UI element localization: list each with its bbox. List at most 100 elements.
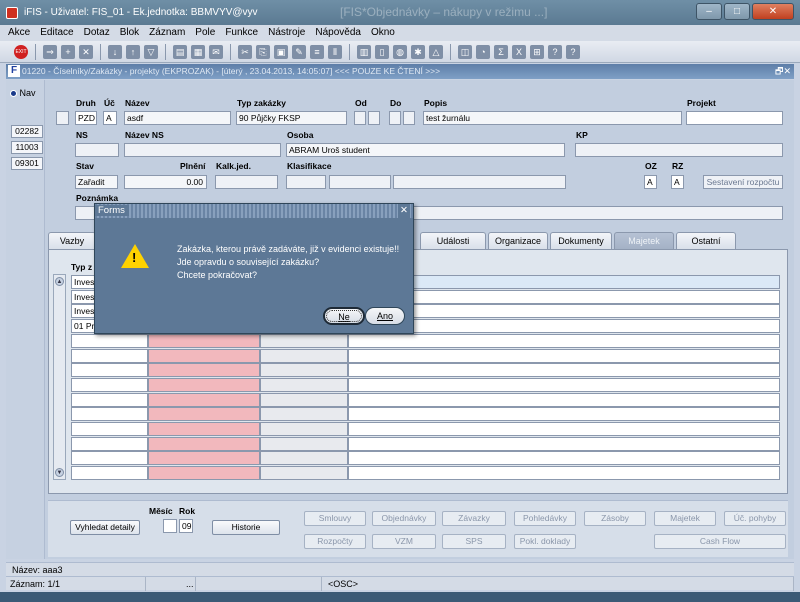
tab-majetek[interactable]: Majetek bbox=[614, 232, 674, 249]
cash-flow-button[interactable]: Cash Flow bbox=[654, 534, 786, 549]
mesic-field[interactable] bbox=[163, 519, 177, 533]
uc-pohyby-button[interactable]: Úč. pohyby bbox=[724, 511, 786, 526]
grid-cell[interactable] bbox=[148, 348, 260, 363]
grid-cell[interactable] bbox=[348, 348, 780, 363]
menu-dotaz[interactable]: Dotaz bbox=[84, 25, 110, 41]
grid-cell[interactable] bbox=[148, 422, 260, 436]
grid-cell[interactable] bbox=[348, 436, 780, 451]
excel-icon[interactable]: X bbox=[512, 44, 526, 59]
rok-field[interactable]: 09 bbox=[179, 519, 193, 533]
vzm-button[interactable]: VZM bbox=[372, 534, 436, 549]
grid-cell[interactable] bbox=[71, 407, 148, 422]
grid-cell[interactable] bbox=[348, 333, 780, 348]
maximize-button[interactable]: □ bbox=[724, 3, 750, 20]
grid-cell[interactable] bbox=[260, 392, 348, 407]
grid-cell[interactable] bbox=[260, 436, 348, 451]
tab-ostatni[interactable]: Ostatní bbox=[676, 232, 736, 249]
close-button[interactable]: ✕ bbox=[752, 3, 794, 20]
sps-button[interactable]: SPS bbox=[442, 534, 506, 549]
grid-cell[interactable] bbox=[148, 363, 260, 378]
mail-icon[interactable]: ✉ bbox=[209, 44, 223, 59]
tab-vazby[interactable]: Vazby bbox=[48, 232, 96, 249]
stav-field[interactable]: Zařadit bbox=[75, 175, 118, 189]
help-icon[interactable]: ? bbox=[548, 44, 562, 59]
grid-cell[interactable] bbox=[260, 363, 348, 378]
grid-cell[interactable] bbox=[348, 392, 780, 407]
typ-zakazky-field[interactable]: 90 Půjčky FKSP bbox=[236, 111, 347, 125]
paste-icon[interactable]: ▣ bbox=[274, 44, 288, 59]
do-field[interactable] bbox=[389, 111, 401, 125]
grid-cell[interactable] bbox=[260, 422, 348, 436]
rz-field[interactable]: A bbox=[671, 175, 684, 189]
pohledavky-button[interactable]: Pohledávky bbox=[514, 511, 576, 526]
document-icon[interactable]: ▯ bbox=[375, 44, 389, 59]
rozpocty-button[interactable]: Rozpočty bbox=[304, 534, 366, 549]
grid-cell[interactable] bbox=[348, 422, 780, 436]
oz-field[interactable]: A bbox=[644, 175, 657, 189]
scroll-up-icon[interactable]: ▲ bbox=[55, 277, 64, 286]
grid-cell[interactable] bbox=[71, 422, 148, 436]
grid-cell[interactable] bbox=[148, 333, 260, 348]
scale-icon[interactable]: △ bbox=[429, 44, 443, 59]
print-icon[interactable]: ▤ bbox=[173, 44, 187, 59]
yes-button[interactable]: Ano bbox=[365, 307, 405, 325]
uc-field[interactable]: A bbox=[103, 111, 117, 125]
nazev-field[interactable]: asdf bbox=[124, 111, 231, 125]
menu-nastroje[interactable]: Nástroje bbox=[268, 25, 305, 41]
grid-cell[interactable] bbox=[71, 451, 148, 466]
osoba-field[interactable]: ABRAM Uroš student bbox=[286, 143, 565, 157]
scroll-down-icon[interactable]: ▼ bbox=[55, 468, 64, 477]
grid-cell[interactable] bbox=[348, 377, 780, 392]
menu-editace[interactable]: Editace bbox=[40, 25, 73, 41]
record-indicator[interactable] bbox=[56, 111, 69, 125]
grid-cell[interactable] bbox=[71, 466, 148, 481]
sum-icon[interactable]: Σ bbox=[494, 44, 508, 59]
kalk-jed-field[interactable] bbox=[215, 175, 278, 189]
od-field-2[interactable] bbox=[368, 111, 380, 125]
objednavky-button[interactable]: Objednávky bbox=[372, 511, 436, 526]
grid-cell[interactable] bbox=[260, 348, 348, 363]
smlouvy-button[interactable]: Smlouvy bbox=[304, 511, 366, 526]
menu-funkce[interactable]: Funkce bbox=[225, 25, 258, 41]
ns-field[interactable] bbox=[75, 143, 119, 157]
pokl-doklady-button[interactable]: Pokl. doklady bbox=[514, 534, 576, 549]
zavazky-button[interactable]: Závazky bbox=[442, 511, 506, 526]
no-button[interactable]: Ne bbox=[323, 307, 365, 325]
nazev-ns-field[interactable] bbox=[124, 143, 281, 157]
copy-icon[interactable]: ⎘ bbox=[256, 44, 270, 59]
globe-icon[interactable]: ◍ bbox=[393, 44, 407, 59]
grid-cell[interactable] bbox=[348, 466, 780, 481]
historie-button[interactable]: Historie bbox=[212, 520, 280, 535]
grid-cell[interactable] bbox=[260, 466, 348, 481]
do-field-2[interactable] bbox=[403, 111, 415, 125]
columns-icon[interactable]: ⫴ bbox=[328, 44, 342, 59]
klasifikace-field-1[interactable] bbox=[286, 175, 326, 189]
form-window-buttons[interactable]: 🗗✕ bbox=[775, 64, 791, 79]
grid-icon[interactable]: ⊞ bbox=[530, 44, 544, 59]
vyhledat-detaily-button[interactable]: Vyhledat detaily bbox=[70, 520, 140, 535]
calculator-icon[interactable]: ▥ bbox=[357, 44, 371, 59]
od-field[interactable] bbox=[354, 111, 366, 125]
left-button-2[interactable]: 11003 bbox=[11, 141, 43, 154]
grid-cell[interactable] bbox=[71, 333, 148, 348]
grid-cell[interactable] bbox=[148, 377, 260, 392]
grid-cell[interactable] bbox=[148, 436, 260, 451]
nav-radio[interactable]: Nav bbox=[10, 88, 36, 98]
chart-icon[interactable]: ◫ bbox=[458, 44, 472, 59]
menu-napoveda[interactable]: Nápověda bbox=[315, 25, 361, 41]
grid-cell[interactable] bbox=[148, 392, 260, 407]
edit-icon[interactable]: ✎ bbox=[292, 44, 306, 59]
grid-cell[interactable] bbox=[348, 363, 780, 378]
kp-field[interactable] bbox=[575, 143, 783, 157]
delete-record-icon[interactable]: ✕ bbox=[79, 44, 93, 59]
sestaveni-rozpoctu-button[interactable]: Sestavení rozpočtu bbox=[703, 175, 783, 189]
save-icon[interactable]: ⇒ bbox=[43, 44, 57, 59]
zasoby-button[interactable]: Zásoby bbox=[584, 511, 646, 526]
druh-field[interactable]: PZD bbox=[75, 111, 97, 125]
plneni-field[interactable]: 0.00 bbox=[124, 175, 207, 189]
grid-cell[interactable] bbox=[260, 333, 348, 348]
grid-cell[interactable] bbox=[71, 363, 148, 378]
minimize-button[interactable]: – bbox=[696, 3, 722, 20]
list-icon[interactable]: ≡ bbox=[310, 44, 324, 59]
clock-icon[interactable]: ◔ bbox=[476, 44, 490, 59]
